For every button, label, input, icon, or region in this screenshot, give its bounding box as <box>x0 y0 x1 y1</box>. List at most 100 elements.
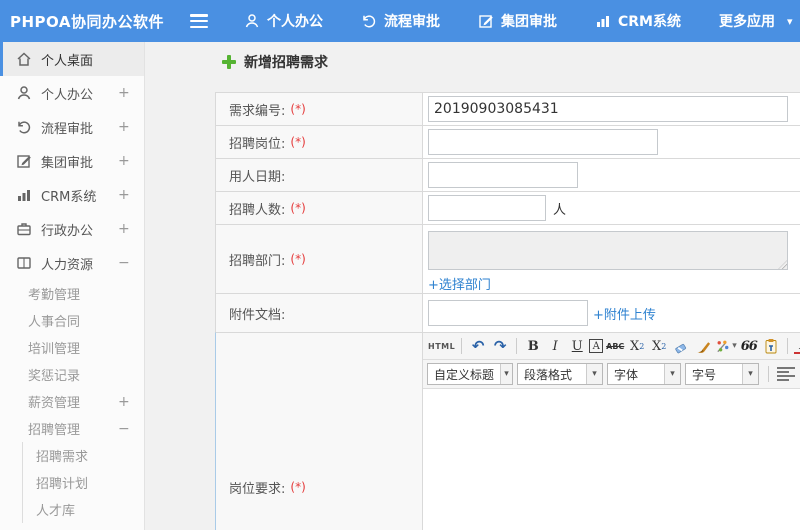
superscript-button[interactable]: X2 <box>627 336 647 357</box>
blockquote-button[interactable]: 66 <box>739 336 759 357</box>
nav-crm-system[interactable]: CRM系统 <box>595 11 681 31</box>
select-dept-link[interactable]: +选择部门 <box>428 274 491 293</box>
sidebar-item-attendance-mgmt[interactable]: 考勤管理 <box>0 280 144 307</box>
expand-toggle[interactable]: + <box>118 394 144 410</box>
paragraph-format-select[interactable]: 段落格式 ▾ <box>517 363 603 385</box>
expand-toggle[interactable]: + <box>118 85 144 101</box>
required-mark: (*) <box>290 252 306 266</box>
paste-icon[interactable] <box>761 336 781 357</box>
collapse-toggle[interactable]: − <box>118 421 144 437</box>
font-family-select[interactable]: 字体 ▾ <box>607 363 681 385</box>
sidebar-item-admin-office[interactable]: 行政办公 + <box>0 212 144 246</box>
home-icon <box>16 51 32 67</box>
sidebar-item-recruit-mgmt[interactable]: 招聘管理 − <box>0 415 144 442</box>
editor-toolbar-row2: 自定义标题 ▾ 段落格式 ▾ 字体 ▾ 字号 ▾ <box>423 360 800 389</box>
history-arrow-icon <box>361 13 377 29</box>
editor-toolbar-row1: HTML ↶ ↷ B I U A ABC X2 X2 ▾ 66 A ▾ <box>423 333 800 360</box>
form-row-headcount: 招聘人数: (*) 人 <box>215 191 800 225</box>
nav-label: CRM系统 <box>618 14 681 30</box>
boxed-text-button[interactable]: A <box>589 339 604 353</box>
top-bar: PHPOA协同办公软件 个人办公 流程审批 集团审批 CRM系统 更多应用 ▾ <box>0 0 800 42</box>
caret-down-icon: ▾ <box>586 364 602 384</box>
field-label: 岗位要求: <box>229 481 286 497</box>
format-brush-icon[interactable] <box>693 336 713 357</box>
field-label: 附件文档: <box>229 307 286 323</box>
custom-heading-select[interactable]: 自定义标题 ▾ <box>427 363 513 385</box>
sidebar-item-group-approval[interactable]: 集团审批 + <box>0 144 144 178</box>
color-palette-icon[interactable]: ▾ <box>715 336 737 357</box>
sidebar-item-workflow-approval[interactable]: 流程审批 + <box>0 110 144 144</box>
attachment-upload-link[interactable]: +附件上传 <box>593 304 656 323</box>
sidebar-item-recruit-demand[interactable]: 招聘需求 <box>23 442 144 469</box>
sidebar-item-crm-system[interactable]: CRM系统 + <box>0 178 144 212</box>
sidebar-item-human-resources[interactable]: 人力资源 − <box>0 246 144 280</box>
font-color-button[interactable]: A <box>793 339 800 354</box>
nav-label: 更多应用 <box>719 14 775 30</box>
eraser-icon[interactable] <box>671 336 691 357</box>
sidebar: 个人桌面 个人办公 + 流程审批 + 集团审批 + CRM系统 + 行政办公 +… <box>0 42 145 530</box>
attachment-input[interactable] <box>428 300 588 326</box>
nav-group-approval[interactable]: 集团审批 <box>478 11 557 31</box>
sidebar-item-talent-pool[interactable]: 人才库 <box>23 496 144 523</box>
sidebar-item-personnel-contract[interactable]: 人事合同 <box>0 307 144 334</box>
bold-button[interactable]: B <box>523 336 543 357</box>
caret-down-icon: ▾ <box>664 364 680 384</box>
editor-content-area[interactable] <box>423 389 800 530</box>
caret-down-icon: ▾ <box>500 364 512 384</box>
subscript-button[interactable]: X2 <box>649 336 669 357</box>
underline-button[interactable]: U <box>567 336 587 357</box>
nav-personal-office[interactable]: 个人办公 <box>244 11 323 31</box>
italic-button[interactable]: I <box>545 336 565 357</box>
demand-number-input[interactable] <box>428 96 788 122</box>
nav-workflow-approval[interactable]: 流程审批 <box>361 11 440 31</box>
strikethrough-button[interactable]: ABC <box>605 336 625 357</box>
top-nav: 个人办公 流程审批 集团审批 CRM系统 更多应用 ▾ <box>244 11 793 31</box>
field-label: 招聘人数: <box>229 202 286 218</box>
bar-chart-icon <box>16 187 32 203</box>
align-left-icon[interactable] <box>777 367 795 381</box>
caret-down-icon: ▾ <box>732 341 737 351</box>
sidebar-item-salary-mgmt[interactable]: 薪资管理 + <box>0 388 144 415</box>
undo-icon[interactable]: ↶ <box>468 336 488 357</box>
nav-more-apps[interactable]: 更多应用 <box>719 11 775 31</box>
menu-toggle-icon[interactable] <box>190 14 208 28</box>
nav-label: 流程审批 <box>384 14 440 30</box>
font-size-select[interactable]: 字号 ▾ <box>685 363 759 385</box>
expand-toggle[interactable]: + <box>118 119 144 135</box>
richtext-editor: HTML ↶ ↷ B I U A ABC X2 X2 ▾ 66 A ▾ <box>423 333 800 530</box>
sidebar-item-recruit-plan[interactable]: 招聘计划 <box>23 469 144 496</box>
app-logo: PHPOA协同办公软件 <box>10 12 164 31</box>
sidebar-item-training-mgmt[interactable]: 培训管理 <box>0 334 144 361</box>
briefcase-icon <box>16 221 32 237</box>
redo-icon[interactable]: ↷ <box>490 336 510 357</box>
form-row-post-requirements: 岗位要求: (*) HTML ↶ ↷ B I U A ABC X2 X2 ▾ 6… <box>215 332 800 530</box>
edit-icon <box>16 153 32 169</box>
required-mark: (*) <box>290 135 306 149</box>
sidebar-item-personal-office[interactable]: 个人办公 + <box>0 76 144 110</box>
resize-grip-icon[interactable] <box>778 260 787 269</box>
add-icon <box>222 55 236 69</box>
headcount-input[interactable] <box>428 195 546 221</box>
required-mark: (*) <box>290 480 306 494</box>
recruit-post-input[interactable] <box>428 129 658 155</box>
required-mark: (*) <box>290 102 306 116</box>
sidebar-item-personal-desktop[interactable]: 个人桌面 <box>0 42 144 76</box>
required-mark: (*) <box>290 201 306 215</box>
recruit-submenu: 招聘需求 招聘计划 人才库 <box>22 442 144 523</box>
hire-date-input[interactable] <box>428 162 578 188</box>
nav-label: 集团审批 <box>501 14 557 30</box>
field-label: 用人日期: <box>229 169 286 185</box>
history-arrow-icon <box>16 119 32 135</box>
bar-chart-icon <box>595 13 611 29</box>
expand-toggle[interactable]: + <box>118 187 144 203</box>
expand-toggle[interactable]: + <box>118 153 144 169</box>
html-source-button[interactable]: HTML <box>428 336 455 357</box>
caret-down-icon[interactable]: ▾ <box>787 15 793 28</box>
user-icon <box>16 85 32 101</box>
sidebar-item-reward-punishment[interactable]: 奖惩记录 <box>0 361 144 388</box>
collapse-toggle[interactable]: − <box>118 255 144 271</box>
expand-toggle[interactable]: + <box>118 221 144 237</box>
recruit-dept-textarea[interactable] <box>428 231 788 270</box>
unit-label: 人 <box>553 202 567 218</box>
field-label: 招聘部门: <box>229 253 286 269</box>
